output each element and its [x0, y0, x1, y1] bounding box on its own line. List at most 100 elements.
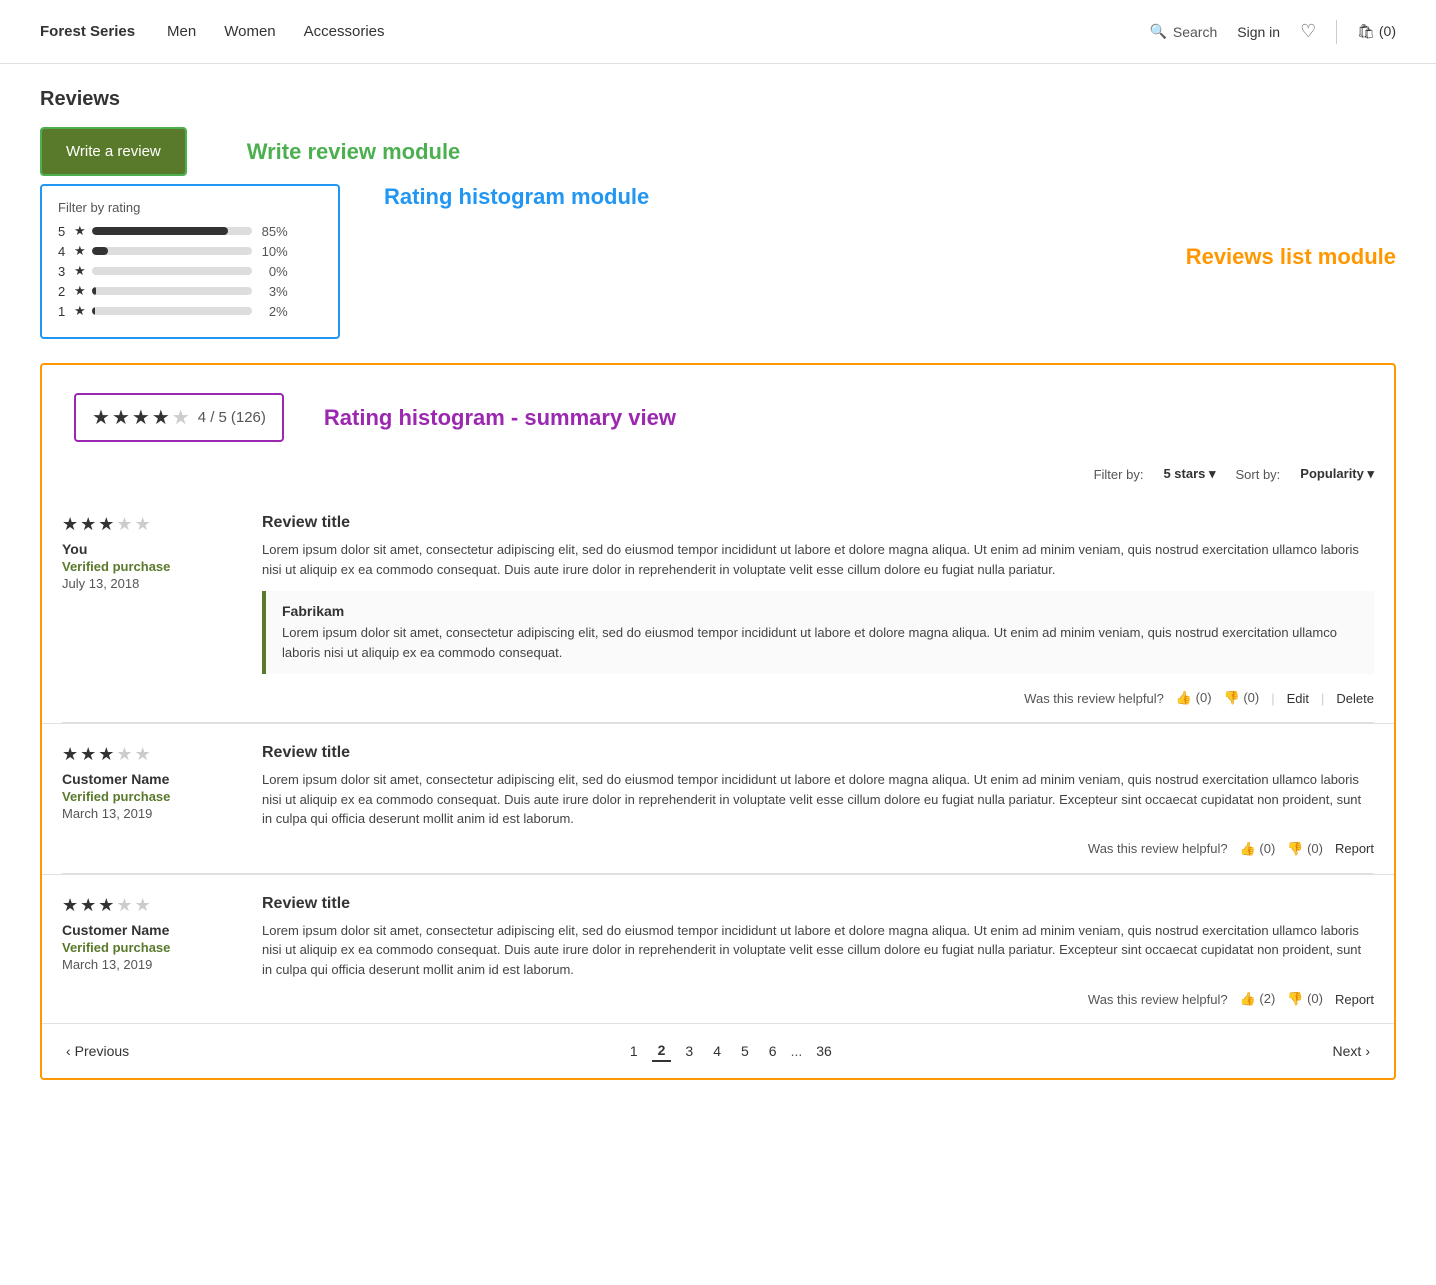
- filled-star-icon: ★: [62, 514, 78, 535]
- filled-star-icon: ★: [92, 405, 110, 430]
- report-button[interactable]: Report: [1335, 992, 1374, 1007]
- review-left: ★★★★★ Customer Name Verified purchase Ma…: [62, 895, 242, 1024]
- thumbs-up-button[interactable]: 👍 (2): [1240, 991, 1276, 1007]
- empty-star-icon: ★: [135, 895, 151, 916]
- nav-link-women[interactable]: Women: [224, 23, 275, 40]
- write-review-module-label: Write review module: [247, 139, 461, 165]
- cart-button[interactable]: 🛍 (0): [1357, 23, 1396, 40]
- summary-section-row: ★★★★★ 4 / 5 (126) Rating histogram - sum…: [42, 365, 1394, 458]
- review-date: March 13, 2019: [62, 957, 242, 972]
- action-divider: |: [1321, 691, 1324, 706]
- histogram-row[interactable]: 3 ★ 0%: [58, 263, 322, 279]
- main-content: Reviews Write a review Write review modu…: [0, 64, 1436, 1104]
- chevron-left-icon: ‹: [66, 1043, 71, 1059]
- page-num-6[interactable]: 6: [763, 1041, 783, 1061]
- thumbs-up-button[interactable]: 👍 (0): [1240, 841, 1276, 857]
- nav-link-men[interactable]: Men: [167, 23, 196, 40]
- rating-histogram-module-label: Rating histogram module: [384, 184, 649, 210]
- fabrikam-name: Fabrikam: [282, 603, 1358, 619]
- search-button[interactable]: 🔍 Search: [1149, 23, 1217, 40]
- empty-star-icon: ★: [135, 514, 151, 535]
- star-num: 3: [58, 264, 68, 279]
- review-stars: ★★★★★: [62, 744, 242, 765]
- signin-button[interactable]: Sign in: [1237, 24, 1280, 40]
- top-modules-row: Write a review Write review module: [40, 127, 1396, 176]
- filled-star-icon: ★: [98, 744, 114, 765]
- reviews-list-module: ★★★★★ 4 / 5 (126) Rating histogram - sum…: [40, 363, 1396, 1080]
- filter-label: Filter by:: [1094, 467, 1144, 482]
- thumbs-down-button[interactable]: 👎 (0): [1224, 690, 1260, 706]
- brand-logo: Forest Series: [40, 23, 135, 40]
- histogram-row[interactable]: 2 ★ 3%: [58, 283, 322, 299]
- review-actions: Was this review helpful? 👍 (0) 👎 (0) Rep…: [262, 841, 1374, 873]
- review-date: March 13, 2019: [62, 806, 242, 821]
- edit-button[interactable]: Edit: [1287, 691, 1309, 706]
- prev-button[interactable]: ‹ Previous: [66, 1043, 129, 1059]
- thumbs-up-button[interactable]: 👍 (0): [1176, 690, 1212, 706]
- reviewer-name: You: [62, 541, 242, 557]
- star-num: 5: [58, 224, 68, 239]
- star-num: 1: [58, 304, 68, 319]
- histogram-pct: 85%: [258, 224, 288, 239]
- histogram-row[interactable]: 5 ★ 85%: [58, 223, 322, 239]
- helpful-text: Was this review helpful?: [1088, 841, 1228, 856]
- filter-select[interactable]: 5 stars ▾: [1163, 466, 1215, 482]
- summary-count: (126): [231, 409, 266, 426]
- thumbs-down-button[interactable]: 👎 (0): [1287, 991, 1323, 1007]
- histogram-row: Filter by rating 5 ★ 85% 4 ★ 10% 3 ★ 0% …: [40, 184, 1396, 339]
- page-num-36[interactable]: 36: [810, 1041, 838, 1061]
- histogram-row[interactable]: 1 ★ 2%: [58, 303, 322, 319]
- verified-purchase-badge: Verified purchase: [62, 940, 242, 955]
- pagination: ‹ Previous 123456...36 Next ›: [42, 1023, 1394, 1078]
- nav-link-accessories[interactable]: Accessories: [304, 23, 385, 40]
- review-title: Review title: [262, 744, 1374, 762]
- sort-select[interactable]: Popularity ▾: [1300, 466, 1374, 482]
- reviews-list-module-label: Reviews list module: [1186, 244, 1396, 269]
- page-num-4[interactable]: 4: [707, 1041, 727, 1061]
- summary-score: 4 / 5: [198, 409, 227, 426]
- filled-star-icon: ★: [98, 895, 114, 916]
- nav-links: Men Women Accessories: [167, 23, 384, 40]
- report-button[interactable]: Report: [1335, 841, 1374, 856]
- page-num-3[interactable]: 3: [679, 1041, 699, 1061]
- page-num-2[interactable]: 2: [652, 1040, 672, 1062]
- verified-purchase-badge: Verified purchase: [62, 559, 242, 574]
- thumbs-down-button[interactable]: 👎 (0): [1287, 841, 1323, 857]
- nav-divider: [1336, 20, 1337, 44]
- star-icon: ★: [74, 303, 86, 319]
- summary-stars: ★★★★★: [92, 405, 190, 430]
- reviews-container: ★★★★★ You Verified purchase July 13, 201…: [42, 494, 1394, 1023]
- histogram-bar-bg: [92, 267, 252, 275]
- next-button[interactable]: Next ›: [1333, 1043, 1370, 1059]
- verified-purchase-badge: Verified purchase: [62, 789, 242, 804]
- star-num: 2: [58, 284, 68, 299]
- histogram-bar-fill: [92, 287, 97, 295]
- review-stars: ★★★★★: [62, 895, 242, 916]
- review-item: ★★★★★ You Verified purchase July 13, 201…: [42, 494, 1394, 722]
- histogram-row[interactable]: 4 ★ 10%: [58, 243, 322, 259]
- filled-star-icon: ★: [80, 744, 96, 765]
- page-num-1[interactable]: 1: [624, 1041, 644, 1061]
- navigation: Forest Series Men Women Accessories 🔍 Se…: [0, 0, 1436, 64]
- wishlist-icon[interactable]: ♡: [1300, 21, 1316, 42]
- empty-star-icon: ★: [135, 744, 151, 765]
- histogram-bar-bg: [92, 247, 252, 255]
- delete-button[interactable]: Delete: [1336, 691, 1374, 706]
- sort-label: Sort by:: [1236, 467, 1281, 482]
- review-body: Lorem ipsum dolor sit amet, consectetur …: [262, 921, 1374, 980]
- action-divider: |: [1271, 691, 1274, 706]
- histogram-bar-fill: [92, 247, 108, 255]
- write-review-button[interactable]: Write a review: [42, 129, 185, 174]
- histogram-pct: 10%: [258, 244, 288, 259]
- pagination-pages: 123456...36: [624, 1040, 838, 1062]
- histogram-bar-bg: [92, 307, 252, 315]
- review-body: Lorem ipsum dolor sit amet, consectetur …: [262, 770, 1374, 829]
- review-right: Review title Lorem ipsum dolor sit amet,…: [242, 895, 1374, 1024]
- prev-label: Previous: [75, 1043, 129, 1059]
- review-date: July 13, 2018: [62, 576, 242, 591]
- star-icon: ★: [74, 223, 86, 239]
- page-num-5[interactable]: 5: [735, 1041, 755, 1061]
- star-num: 4: [58, 244, 68, 259]
- star-icon: ★: [74, 283, 86, 299]
- nav-right: 🔍 Search Sign in ♡ 🛍 (0): [1149, 20, 1396, 44]
